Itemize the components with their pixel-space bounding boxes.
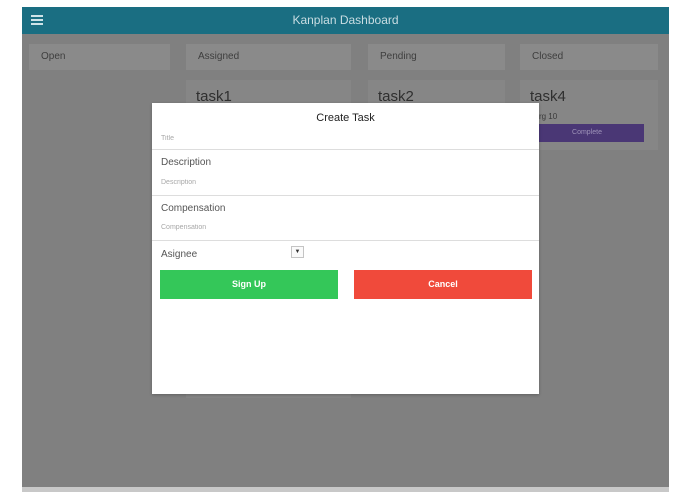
create-task-dialog: Create Task Description Compensation Asi… [152,103,539,394]
app-title: Kanplan Dashboard [292,13,399,27]
complete-button[interactable]: Complete [530,124,644,142]
assignee-label: Asignee [161,249,198,260]
bottom-scrollbar [22,487,669,492]
column-header-pending: Pending [368,44,505,70]
dropdown-arrow-icon: ▼ [294,249,301,255]
dialog-title: Create Task [316,112,375,124]
cancel-button[interactable]: Cancel [354,270,532,299]
description-field: Description [152,150,539,196]
compensation-label: Compensation [161,203,226,214]
assignee-dropdown[interactable]: ▼ [291,246,304,258]
description-input[interactable] [161,177,521,187]
description-label: Description [161,157,212,168]
column-header-open: Open [29,44,170,70]
task-card-task4[interactable]: task4 ff org 10 Complete [520,80,658,150]
title-field [152,125,539,150]
compensation-input[interactable] [161,222,521,232]
title-input[interactable] [161,133,521,143]
sign-up-button[interactable]: Sign Up [160,270,338,299]
column-header-closed: Closed [520,44,658,70]
compensation-field: Compensation [152,196,539,241]
app-bar: Kanplan Dashboard [22,7,669,34]
column-header-assigned: Assigned [186,44,351,70]
